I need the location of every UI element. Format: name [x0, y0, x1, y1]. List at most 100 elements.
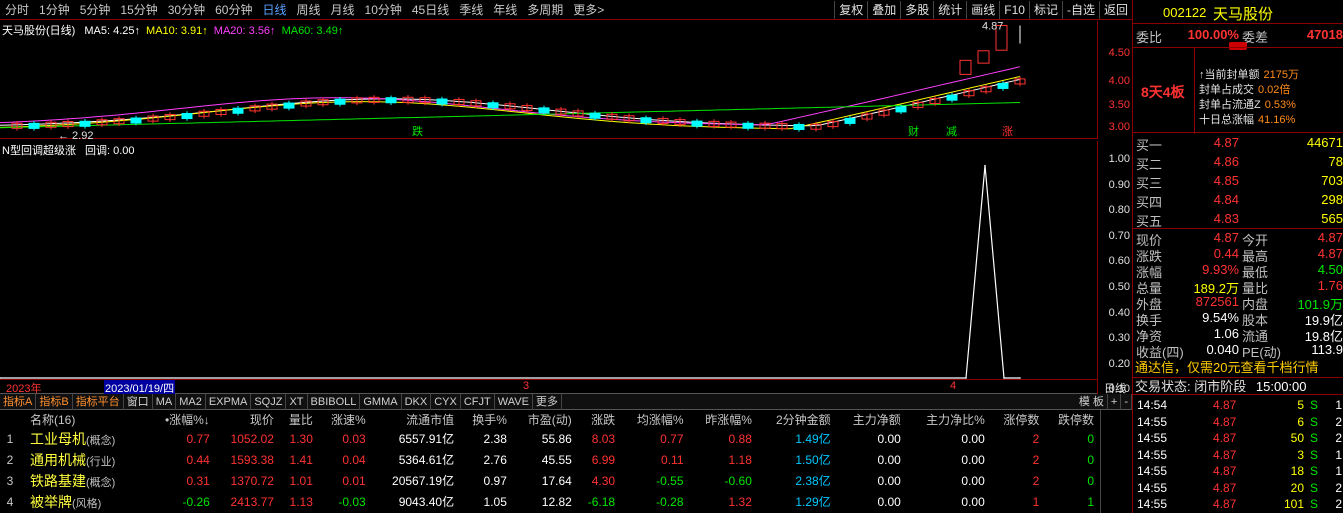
tick-volume: 101 — [1283, 497, 1304, 511]
trade-state-time: 15:00:00 — [1255, 379, 1307, 394]
tab-control-2[interactable]: - — [1121, 393, 1132, 410]
period-tab-11[interactable]: 季线 — [454, 0, 488, 20]
board-header-9[interactable]: 均涨幅% — [621, 410, 689, 428]
board-row[interactable]: 2 通用机械(行业) 0.44 1593.38 1.41 0.04 5364.61亿 2.76… — [0, 449, 1100, 470]
period-tab-0[interactable]: 分时 — [0, 0, 34, 20]
board-header-idx — [0, 410, 26, 428]
tick-row-1: 14:55 4.87 6 S 2 — [1133, 414, 1343, 430]
board-header-11[interactable]: 2分钟金额 — [758, 410, 837, 428]
kline-chart[interactable]: 4.87 ← 2.92 跌 财 减 涨 — [0, 20, 1097, 142]
indicator-chart[interactable] — [0, 141, 1097, 380]
board-cell-14: 0 — [1087, 452, 1094, 467]
board-row[interactable]: 4 被举牌(风格) -0.26 2413.77 1.13 -0.03 9043.40亿 1.0… — [0, 491, 1100, 512]
board-row-index: 1 — [6, 431, 14, 446]
tick-row-3: 14:55 4.87 3 S 1 — [1133, 447, 1343, 463]
indicator-tab-0[interactable]: 指标A — [0, 393, 37, 410]
indicator-tab-8[interactable]: XT — [286, 393, 308, 410]
board-cell-6: 45.55 — [541, 452, 572, 467]
board-header-15[interactable]: 跌停数 — [1045, 410, 1100, 428]
board-row-name[interactable]: 铁路基建(概念) — [26, 470, 150, 491]
board-header-4[interactable]: 涨速% — [319, 410, 372, 428]
tool-button-3[interactable]: 统计 — [933, 0, 966, 19]
tool-button-4[interactable]: 画线 — [966, 0, 999, 19]
board-header-3[interactable]: 量比 — [280, 410, 319, 428]
period-tab-13[interactable]: 多周期 — [522, 0, 568, 20]
seal-row-0: ↑当前封单额 2175万 — [1199, 66, 1299, 82]
price-tick-0: 4.50 — [1108, 47, 1130, 59]
indicator-tab-5[interactable]: MA2 — [176, 393, 206, 410]
tool-button-2[interactable]: 多股 — [900, 0, 933, 19]
indicator-tick-1: 0.90 — [1108, 178, 1130, 191]
board-header-10[interactable]: 昨涨幅% — [690, 410, 758, 428]
board-header-13[interactable]: 主力净比% — [907, 410, 991, 428]
board-cell-7: 6.99 — [591, 452, 616, 467]
board-header-8[interactable]: 涨跌 — [578, 410, 621, 428]
indicator-tab-13[interactable]: CFJT — [461, 393, 495, 410]
indicator-tab-11[interactable]: DKX — [402, 393, 432, 410]
board-row-name[interactable]: 被举牌(风格) — [26, 491, 150, 512]
indicator-tab-3[interactable]: 窗口 — [124, 393, 153, 410]
tool-button-1[interactable]: 叠加 — [867, 0, 900, 19]
period-tab-8[interactable]: 月线 — [326, 0, 360, 20]
period-tab-7[interactable]: 周线 — [291, 0, 325, 20]
tick-count: 2 — [1335, 497, 1342, 511]
indicator-tab-14[interactable]: WAVE — [495, 393, 533, 410]
period-tab-12[interactable]: 年线 — [488, 0, 522, 20]
sector-board-table[interactable]: 名称(16) •涨幅%↓ 现价 量比 涨速% 流通市值 换手% 市盈(动) 涨跌 均涨幅% 昨涨幅%… — [0, 410, 1132, 513]
board-row-name[interactable]: 通用机械(行业) — [26, 449, 150, 470]
indicator-pane[interactable]: N型回调超级涨 回调: 0.00 — [0, 141, 1097, 380]
tool-button-7[interactable]: -自选 — [1061, 0, 1099, 19]
tool-button-6[interactable]: 标记 — [1028, 0, 1062, 19]
board-row-name[interactable]: 工业母机(概念) — [26, 428, 150, 449]
period-tab-2[interactable]: 5分钟 — [75, 0, 116, 20]
board-header-2[interactable]: 现价 — [216, 410, 280, 428]
board-header-1[interactable]: •涨幅%↓ — [150, 410, 216, 428]
sector-tag: (行业) — [86, 455, 116, 468]
period-tab-1[interactable]: 1分钟 — [34, 0, 75, 20]
tab-control-0[interactable]: 模 板 — [1076, 393, 1108, 410]
board-row[interactable]: 1 工业母机(概念) 0.77 1052.02 1.30 0.03 6557.91亿 2.38… — [0, 428, 1100, 449]
period-tab-10[interactable]: 45日线 — [407, 0, 454, 20]
trade-state-label: 交易状态: — [1135, 379, 1191, 394]
kline-pane[interactable]: 天马股份(日线) MA5: 4.25↑ MA10: 3.91↑ MA20: 3.56… — [0, 20, 1097, 142]
board-header-12[interactable]: 主力净额 — [837, 410, 907, 428]
board-header-6[interactable]: 换手% — [460, 410, 513, 428]
board-cell-12: 0.00 — [961, 473, 985, 488]
period-tab-5[interactable]: 60分钟 — [210, 0, 257, 20]
period-tab-14[interactable]: 更多> — [568, 0, 609, 20]
indicator-tab-1[interactable]: 指标B — [36, 393, 73, 410]
indicator-tab-6[interactable]: EXPMA — [206, 393, 252, 410]
ma-legend-0: MA5: 4.25↑ — [84, 25, 141, 37]
period-tab-4[interactable]: 30分钟 — [163, 0, 210, 20]
period-tab-6[interactable]: 日线 — [257, 0, 291, 20]
indicator-tab-9[interactable]: BBIBOLL — [308, 393, 361, 410]
period-tab-9[interactable]: 10分钟 — [360, 0, 407, 20]
board-header-5[interactable]: 流通市值 — [372, 410, 460, 428]
upgrade-banner[interactable]: 通达信，仅需20元查看千档行情 — [1133, 358, 1343, 378]
tick-time: 14:55 — [1137, 480, 1168, 495]
expand-toggle-icon[interactable] — [1229, 42, 1247, 50]
indicator-tab-12[interactable]: CYX — [431, 393, 461, 410]
indicator-tab-4[interactable]: MA — [153, 393, 177, 410]
candle-body-31 — [538, 107, 550, 114]
limit-up-candle-1 — [977, 50, 990, 64]
board-header-7[interactable]: 市盈(动) — [513, 410, 578, 428]
indicator-tab-15[interactable]: 更多 — [533, 393, 562, 410]
candle-body-7 — [130, 117, 142, 124]
tick-time: 14:55 — [1137, 431, 1168, 445]
indicator-tab-7[interactable]: SQJZ — [251, 393, 287, 410]
tool-button-8[interactable]: 返回 — [1098, 0, 1132, 19]
board-header-0[interactable]: 名称(16) — [26, 410, 150, 428]
tick-price: 4.87 — [1213, 414, 1237, 429]
board-row[interactable]: 3 铁路基建(概念) 0.31 1370.72 1.01 0.01 20567.19亿 0.9… — [0, 470, 1100, 491]
period-tab-3[interactable]: 15分钟 — [115, 0, 162, 20]
board-scrollbar[interactable] — [1100, 410, 1132, 513]
indicator-tab-10[interactable]: GMMA — [360, 393, 402, 410]
board-header-14[interactable]: 涨停数 — [991, 410, 1046, 428]
tab-control-1[interactable]: + — [1108, 393, 1122, 410]
bid-row-0: 买一 4.87 44671 — [1133, 133, 1343, 153]
quote-panel: 002122 天马股份 委比 100.00% 委差 47018 8天4板 ↑当前… — [1132, 0, 1343, 513]
tool-button-5[interactable]: F10 — [999, 0, 1029, 19]
indicator-tab-2[interactable]: 指标平台 — [73, 393, 124, 410]
tool-button-0[interactable]: 复权 — [834, 0, 867, 19]
